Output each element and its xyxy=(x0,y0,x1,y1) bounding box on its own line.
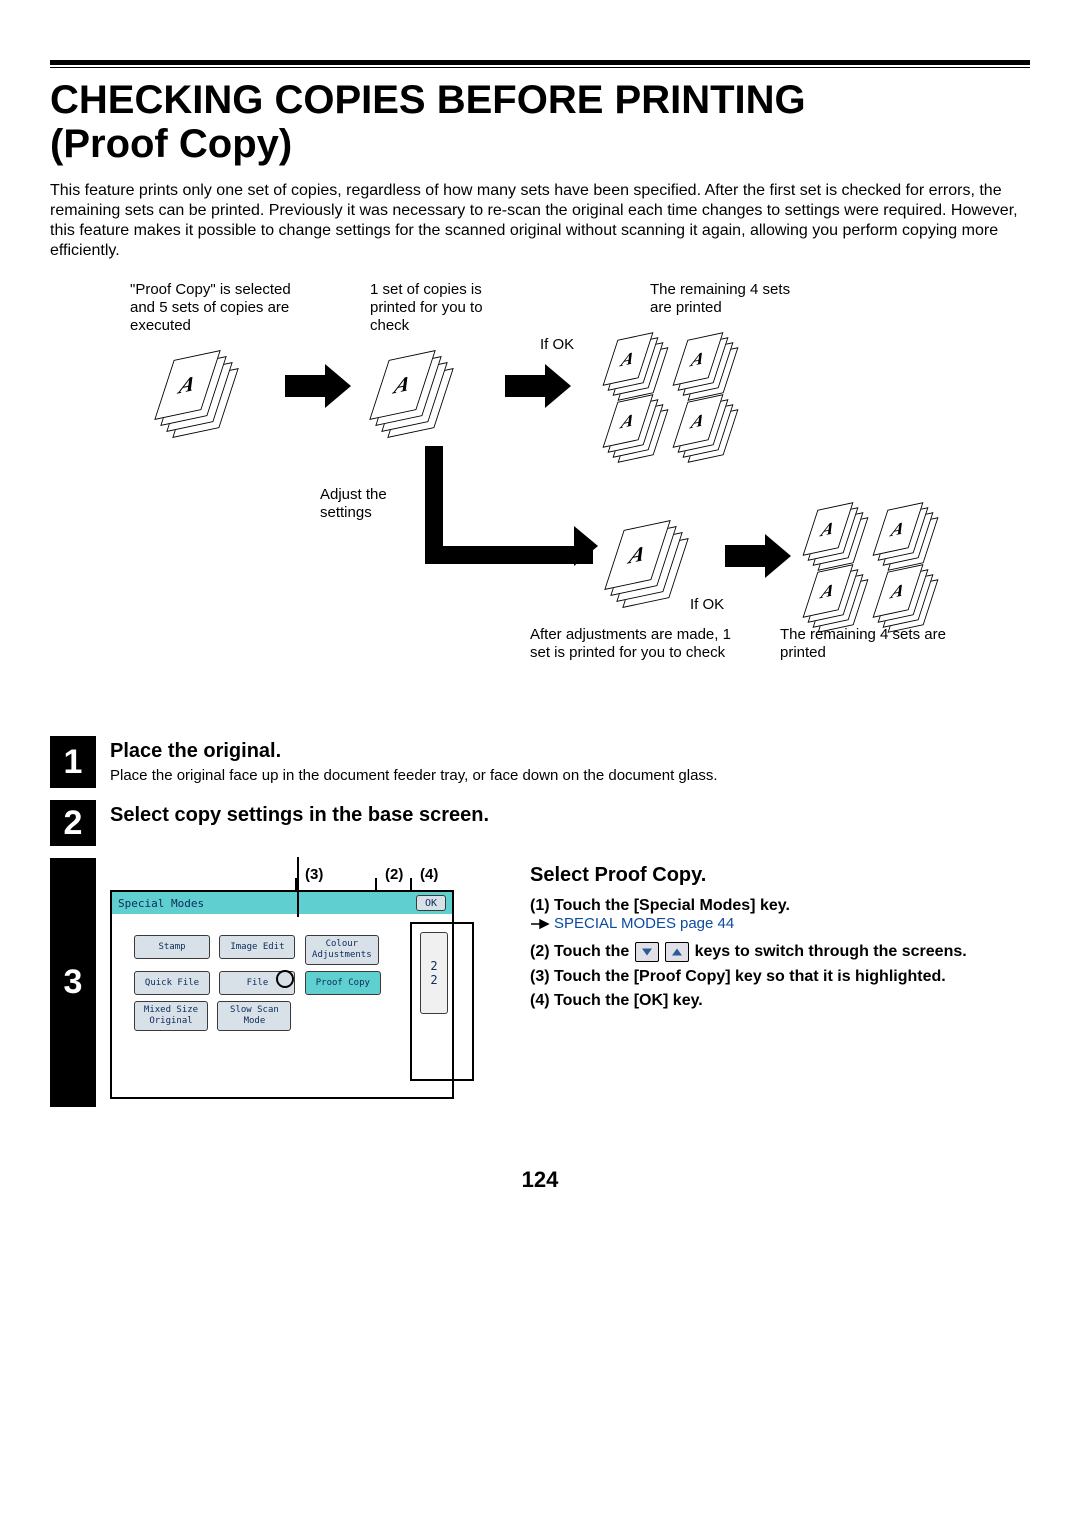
step-3-title: Select Proof Copy. xyxy=(530,864,1026,887)
btn-quick-file[interactable]: Quick File xyxy=(134,971,210,995)
reference-link[interactable]: SPECIAL MODES page 44 xyxy=(530,915,734,932)
panel-header-title: Special Modes xyxy=(118,897,204,910)
step-3-number: 3 xyxy=(50,858,96,1107)
step-1: 1 Place the original. Place the original… xyxy=(50,736,1030,788)
step-3: 3 (3) (2) (4) Special Modes OK Stamp I xyxy=(50,858,1030,1107)
rule-thick xyxy=(50,60,1030,65)
intro-paragraph: This feature prints only one set of copi… xyxy=(50,181,1030,261)
btn-colour-adjustments[interactable]: ColourAdjustments xyxy=(305,935,379,965)
panel-callout-2: (2) xyxy=(385,866,403,883)
down-key-icon xyxy=(635,942,659,962)
if-ok-top: If OK xyxy=(540,336,574,354)
elbow-arrow-head xyxy=(574,526,598,566)
btn-stamp[interactable]: Stamp xyxy=(134,935,210,959)
stack-first-set: A xyxy=(375,351,465,441)
ok-button[interactable]: OK xyxy=(416,895,446,911)
step-2-number: 2 xyxy=(50,800,96,846)
step-2-title: Select copy settings in the base screen. xyxy=(110,804,1030,827)
btn-slow-scan-mode[interactable]: Slow ScanMode xyxy=(217,1001,291,1031)
four-sets-top: A A A A xyxy=(610,336,750,456)
panel-callout-4: (4) xyxy=(420,866,438,883)
step-1-body: Place the original face up in the docume… xyxy=(110,767,1030,784)
btn-mixed-size-original[interactable]: Mixed SizeOriginal xyxy=(134,1001,208,1031)
page-number: 124 xyxy=(50,1167,1030,1193)
cap-1-set-printed: 1 set of copies is printed for you to ch… xyxy=(370,281,525,335)
title-line-1: CHECKING COPIES BEFORE PRINTING xyxy=(50,78,806,122)
btn-image-edit[interactable]: Image Edit xyxy=(219,935,295,959)
cap-adjust: Adjust the settings xyxy=(320,486,420,522)
step-1-title: Place the original. xyxy=(110,740,1030,763)
panel-callout-3: (3) xyxy=(305,866,323,883)
elbow-arrow xyxy=(425,446,593,564)
step-3-item-3: (3) Touch the [Proof Copy] key so that i… xyxy=(530,968,1026,986)
stack-original: A xyxy=(160,351,250,441)
if-ok-bot: If OK xyxy=(690,596,724,614)
btn-proof-copy[interactable]: Proof Copy xyxy=(305,971,381,995)
panel-header: Special Modes OK xyxy=(112,892,452,914)
flow-diagram: "Proof Copy" is selected and 5 sets of c… xyxy=(130,281,950,706)
callout-dot-3 xyxy=(276,970,294,988)
pointer-icon xyxy=(530,917,550,931)
step-1-number: 1 xyxy=(50,736,96,788)
cap-select-5-sets: "Proof Copy" is selected and 5 sets of c… xyxy=(130,281,310,335)
special-modes-panel: Special Modes OK Stamp Image Edit Colour… xyxy=(110,890,454,1099)
stack-after-adjust: A xyxy=(610,521,700,611)
step-3-item-1: (1) Touch the [Special Modes] key. SPECI… xyxy=(530,897,1026,936)
four-sets-bottom: A A A A xyxy=(810,506,950,626)
step-3-instructions: Select Proof Copy. (1) Touch the [Specia… xyxy=(520,858,1030,1107)
step-2: 2 Select copy settings in the base scree… xyxy=(50,800,1030,846)
screenshot-panel-wrap: (3) (2) (4) Special Modes OK Stamp Image… xyxy=(96,858,520,1107)
page-title: CHECKING COPIES BEFORE PRINTING (Proof C… xyxy=(50,78,1030,166)
cap-remaining-4-b: The remaining 4 sets are printed xyxy=(780,626,955,662)
callout-box-2-4 xyxy=(410,922,474,1081)
step-3-item-4: (4) Touch the [OK] key. xyxy=(530,992,1026,1010)
step-3-item-2: (2) Touch the keys to switch through the… xyxy=(530,942,1026,962)
up-key-icon xyxy=(665,942,689,962)
panel-button-grid: Stamp Image Edit ColourAdjustments Quick… xyxy=(132,932,383,1034)
title-line-2: (Proof Copy) xyxy=(50,122,292,166)
cap-after-adjust: After adjustments are made, 1 set is pri… xyxy=(530,626,740,662)
cap-remaining-4: The remaining 4 sets are printed xyxy=(650,281,800,317)
rule-thin xyxy=(50,67,1030,68)
